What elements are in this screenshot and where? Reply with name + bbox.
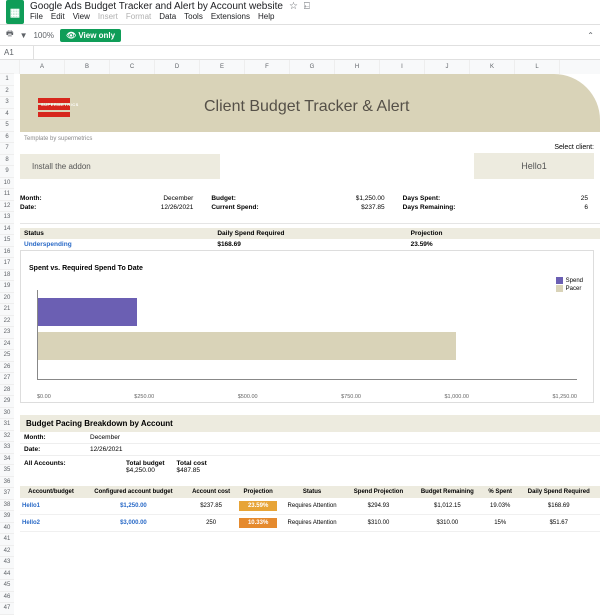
status-value: Underspending [20,239,213,250]
toolbar-chevron-icon[interactable]: ⌃ [587,31,594,40]
sheets-icon: ▦ [6,0,24,24]
name-box[interactable]: A1 [0,46,34,59]
menu-view[interactable]: View [73,12,90,21]
row-headers[interactable]: 1234567891011121314151617181920212223242… [0,60,14,615]
client-select[interactable]: Hello1 [474,153,594,179]
menu-format[interactable]: Format [126,12,151,21]
grid[interactable]: ABCDEFGHIJKL SUPERMETRICS Client Budget … [14,60,600,615]
menu-tools[interactable]: Tools [184,12,203,21]
section-title: Budget Pacing Breakdown by Account [20,415,600,432]
menu-help[interactable]: Help [258,12,274,21]
table-row[interactable]: Hello1$1,250.00$237.8523.59%Requires Att… [20,498,600,515]
column-headers[interactable]: ABCDEFGHIJKL [14,60,600,74]
chart-x-axis: $0.00$250.00$500.00$750.00$1,000.00$1,25… [37,394,577,400]
view-only-badge[interactable]: 👁 View only [60,29,121,42]
move-icon[interactable]: ⍇ [304,1,310,12]
metrics-block: Month:December Date:12/26/2021 Budget:$1… [20,193,600,213]
chart-title: Spent vs. Required Spend To Date [29,265,587,272]
title-bar: ▦ Google Ads Budget Tracker and Alert by… [0,0,600,24]
print-icon[interactable]: 🖶 [6,28,14,42]
chart-container: Spent vs. Required Spend To Date Spend P… [20,250,594,403]
select-client-label: Select client: [228,144,594,151]
accounts-table: Account/budgetConfigured account budgetA… [20,486,600,532]
table-row[interactable]: Hello2$3,000.0025010.33%Requires Attenti… [20,515,600,532]
template-header: SUPERMETRICS Client Budget Tracker & Ale… [20,74,600,132]
chart-bars [37,290,577,380]
byline: Template by supermetrics [24,136,600,142]
menu-extensions[interactable]: Extensions [211,12,250,21]
menu-file[interactable]: File [30,12,43,21]
table-header-row: Account/budgetConfigured account budgetA… [20,486,600,498]
zoom-select[interactable]: 100% [33,31,53,40]
menu-insert[interactable]: Insert [98,12,118,21]
menu-edit[interactable]: Edit [51,12,65,21]
supermetrics-logo: SUPERMETRICS [38,96,70,119]
menu-bar: File Edit View Insert Format Data Tools … [30,12,310,23]
toolbar: 🖶 ▼ 100% 👁 View only ⌃ [0,24,600,46]
filter-icon[interactable]: ▼ [20,31,28,40]
doc-title[interactable]: Google Ads Budget Tracker and Alert by A… [30,1,283,12]
menu-data[interactable]: Data [159,12,176,21]
status-row: Status Underspending Daily Spend Require… [20,228,600,250]
hero-title: Client Budget Tracker & Alert [204,98,409,116]
pacing-breakdown: Budget Pacing Breakdown by Account Month… [20,415,600,532]
formula-bar: A1 [0,46,600,60]
star-icon[interactable]: ☆ [289,1,298,12]
install-addon-button[interactable]: Install the addon [20,154,220,179]
fx-icon [34,46,42,59]
